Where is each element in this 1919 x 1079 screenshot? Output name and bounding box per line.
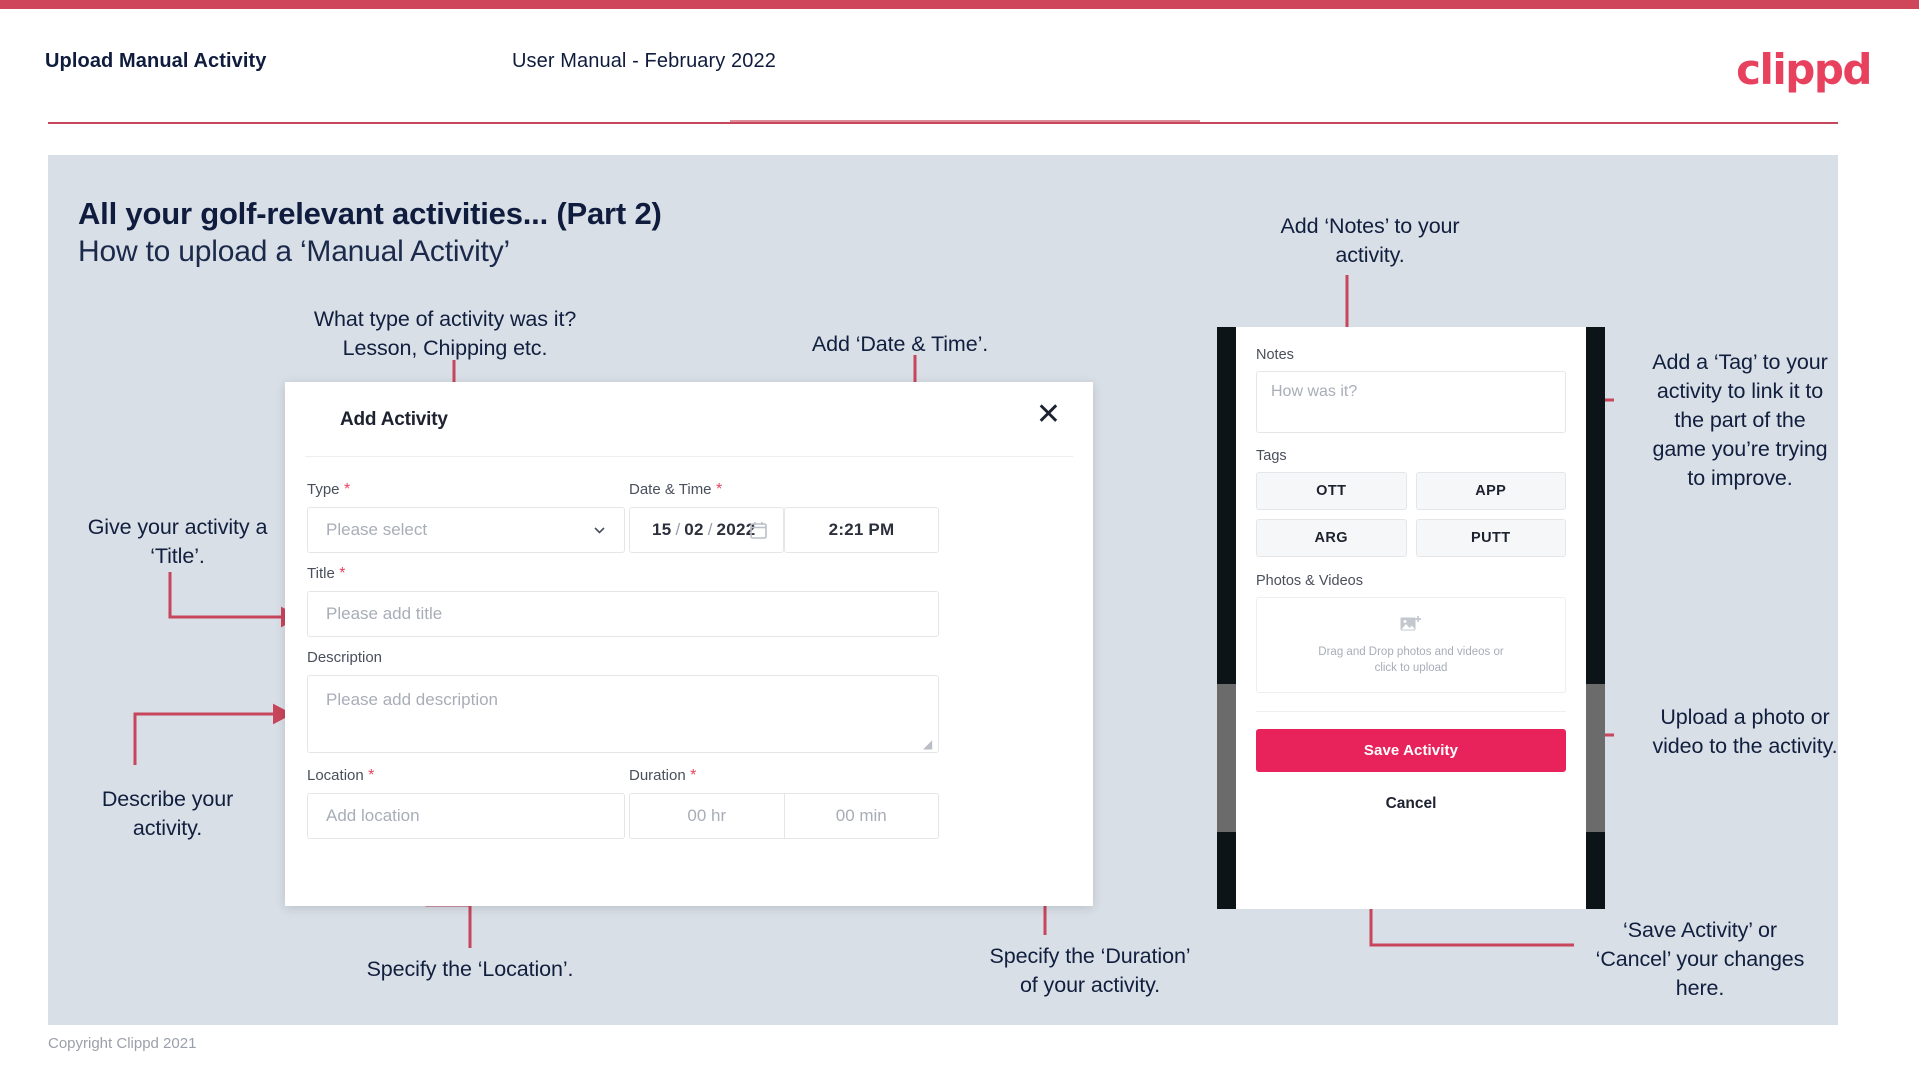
dialog-title: Add Activity	[340, 409, 448, 430]
tag-button-arg[interactable]: ARG	[1256, 519, 1407, 557]
slide-subtitle: How to upload a ‘Manual Activity’	[78, 235, 510, 268]
cancel-button[interactable]: Cancel	[1256, 795, 1566, 813]
dialog-divider	[305, 456, 1073, 457]
location-placeholder: Add location	[326, 806, 420, 825]
title-label: Title *	[307, 565, 345, 583]
tags-grid: OTT APP ARG PUTT	[1256, 472, 1566, 557]
description-textarea[interactable]: Please add description ◢	[307, 675, 939, 753]
type-label-text: Type	[307, 481, 340, 498]
annotation-save: ‘Save Activity’ or ‘Cancel’ your changes h…	[1595, 918, 1805, 1000]
location-label: Location *	[307, 767, 374, 785]
page-title: Upload Manual Activity	[45, 50, 267, 72]
save-activity-button[interactable]: Save Activity	[1256, 729, 1566, 772]
add-activity-dialog: Add Activity ✕ Type * Please select Date…	[285, 382, 1093, 906]
phone-divider	[1256, 711, 1566, 712]
duration-label: Duration *	[629, 767, 696, 785]
phone-bezel-left	[1217, 327, 1236, 909]
close-icon[interactable]: ✕	[1036, 400, 1061, 430]
top-accent-bar	[0, 0, 1919, 9]
date-sep-1: /	[675, 520, 681, 539]
date-day: 15	[652, 520, 672, 539]
phone-bezel-right	[1586, 327, 1605, 909]
page-header: Upload Manual Activity User Manual - Feb…	[0, 9, 1919, 122]
notes-label: Notes	[1256, 347, 1294, 363]
phone-volume-button-left	[1217, 684, 1236, 832]
photo-dropzone[interactable]: Drag and Drop photos and videos or click…	[1256, 597, 1566, 693]
dropzone-text: Drag and Drop photos and videos or click…	[1318, 644, 1503, 676]
tag-button-ott[interactable]: OTT	[1256, 472, 1407, 510]
title-label-text: Title	[307, 565, 335, 582]
notes-textarea[interactable]: How was it?	[1256, 371, 1566, 433]
required-marker: *	[363, 767, 375, 784]
required-marker: *	[334, 565, 346, 582]
phone-power-button-right	[1586, 684, 1605, 832]
image-add-icon	[1400, 615, 1421, 630]
dropzone-line-2: click to upload	[1374, 661, 1448, 674]
annotation-notes: Add ‘Notes’ to your activity.	[1280, 214, 1460, 267]
time-value: 2:21 PM	[828, 520, 895, 539]
phone-screen: Notes How was it? Tags OTT APP ARG PUTT …	[1236, 327, 1586, 909]
date-month: 02	[684, 520, 704, 539]
description-label: Description	[307, 649, 382, 666]
annotation-description: Describe your activity.	[101, 787, 234, 840]
annotation-location: Specify the ‘Location’.	[366, 957, 574, 981]
annotation-tags: Add a ‘Tag’ to your activity to link it t…	[1652, 350, 1828, 490]
annotation-type: What type of activity was it? Lesson, Chi…	[313, 307, 577, 360]
duration-input[interactable]: 00 hr 00 min	[629, 793, 939, 839]
duration-hours[interactable]: 00 hr	[630, 794, 784, 838]
tag-button-putt[interactable]: PUTT	[1415, 519, 1566, 557]
description-placeholder: Please add description	[326, 690, 499, 709]
datetime-label: Date & Time *	[629, 481, 722, 499]
slide-page: Upload Manual Activity User Manual - Feb…	[0, 0, 1919, 1079]
annotation-title: Give your activity a ‘Title’.	[87, 515, 268, 568]
annotation-duration: Specify the ‘Duration’ of your activity.	[989, 944, 1191, 997]
location-label-text: Location	[307, 767, 364, 784]
dropzone-line-1: Drag and Drop photos and videos or	[1318, 645, 1504, 658]
resize-handle-icon[interactable]: ◢	[923, 738, 935, 750]
header-rule	[48, 122, 1838, 124]
tags-label: Tags	[1256, 448, 1287, 464]
required-marker: *	[711, 481, 723, 498]
title-input[interactable]: Please add title	[307, 591, 939, 637]
footer-copyright: Copyright Clippd 2021	[48, 1035, 197, 1052]
annotation-datetime: Add ‘Date & Time’.	[811, 332, 989, 356]
datetime-label-text: Date & Time	[629, 481, 712, 498]
required-marker: *	[685, 767, 697, 784]
phone-mockup: Notes How was it? Tags OTT APP ARG PUTT …	[1217, 327, 1605, 909]
tag-button-app[interactable]: APP	[1415, 472, 1566, 510]
slide-title: All your golf-relevant activities... (Pa…	[78, 196, 662, 231]
title-placeholder: Please add title	[326, 604, 443, 623]
chevron-down-icon	[594, 527, 605, 534]
time-input[interactable]: 2:21 PM	[784, 507, 939, 553]
description-label-text: Description	[307, 649, 383, 666]
photos-videos-label: Photos & Videos	[1256, 573, 1363, 589]
page-subtitle: User Manual - February 2022	[512, 50, 776, 72]
type-select[interactable]: Please select	[307, 507, 625, 553]
clippd-logo: clippd	[1736, 45, 1872, 94]
location-input[interactable]: Add location	[307, 793, 625, 839]
type-label: Type *	[307, 481, 350, 499]
annotation-upload: Upload a photo or video to the activity.	[1652, 705, 1838, 758]
required-marker: *	[339, 481, 351, 498]
duration-label-text: Duration	[629, 767, 686, 784]
calendar-icon[interactable]	[750, 521, 767, 539]
type-placeholder: Please select	[326, 520, 428, 539]
duration-minutes[interactable]: 00 min	[785, 794, 939, 838]
date-sep-2: /	[707, 520, 713, 539]
date-input[interactable]: 15 / 02 / 2022	[629, 507, 784, 553]
